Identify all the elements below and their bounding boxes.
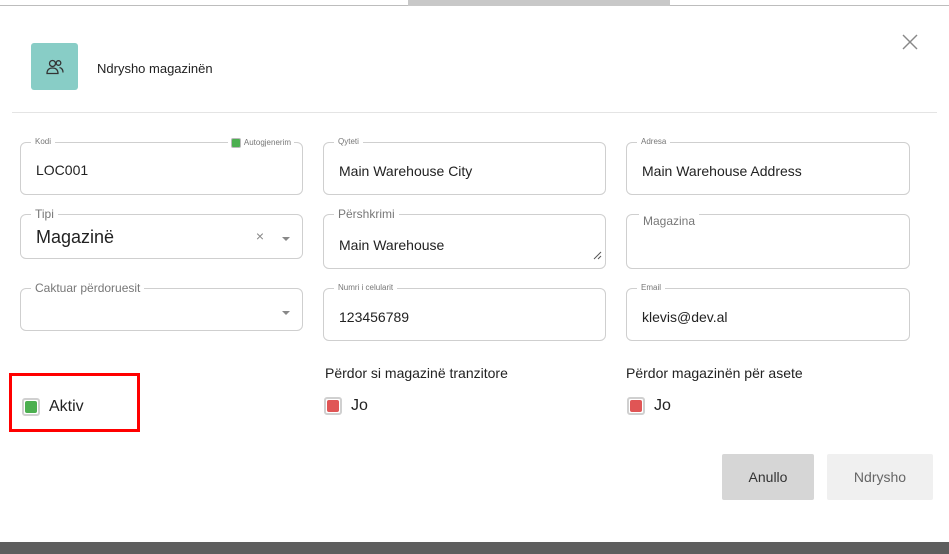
close-icon[interactable]	[898, 30, 922, 54]
kodi-value: LOC001	[36, 162, 89, 178]
users-icon	[31, 43, 78, 90]
clear-icon[interactable]: ×	[256, 228, 264, 244]
chevron-down-icon[interactable]	[282, 311, 290, 315]
highlight-box	[9, 373, 140, 432]
email-label: Email	[637, 282, 666, 294]
adresa-field[interactable]: Adresa Main Warehouse Address	[626, 136, 910, 195]
asete-checkbox-box[interactable]	[627, 397, 645, 415]
tranzitore-label: Jo	[351, 397, 368, 414]
tipi-label: Tipi	[31, 207, 58, 221]
qyteti-label: Qyteti	[334, 136, 363, 148]
pershkrimi-textarea[interactable]: Përshkrimi Main Warehouse	[323, 207, 606, 269]
resize-grip-icon[interactable]	[592, 247, 602, 265]
kodi-field[interactable]: Kodi Autogjenerim LOC001	[20, 136, 303, 195]
asete-group-label: Përdor magazinën për asete	[626, 365, 803, 381]
asete-label: Jo	[654, 397, 671, 414]
magazina-field[interactable]: Magazina	[626, 214, 910, 269]
autogen-label: Autogjenerim	[243, 138, 291, 147]
chevron-down-icon[interactable]	[282, 237, 290, 241]
autogen-toggle[interactable]: Autogjenerim	[227, 137, 294, 149]
pershkrimi-value: Main Warehouse	[339, 237, 445, 253]
tipi-select[interactable]: Tipi Magazinë ×	[20, 207, 303, 259]
adresa-label: Adresa	[637, 136, 671, 148]
cancel-button[interactable]: Anullo	[722, 454, 814, 500]
celulari-value: 123456789	[339, 309, 410, 325]
tranzitore-group-label: Përdor si magazinë tranzitore	[325, 365, 508, 381]
asete-checkbox[interactable]: Jo	[627, 397, 671, 415]
caktuar-select[interactable]: Caktuar përdoruesit	[20, 281, 303, 331]
qyteti-value: Main Warehouse City	[339, 163, 473, 179]
bottom-bar	[0, 542, 949, 554]
celulari-label: Numri i celularit	[334, 282, 398, 294]
top-tab-strip	[408, 0, 670, 6]
autogen-checkbox[interactable]	[230, 138, 241, 148]
dialog-title: Ndrysho magazinën	[97, 61, 213, 76]
header-divider	[12, 112, 937, 113]
tipi-value: Magazinë	[36, 227, 115, 247]
email-field[interactable]: Email klevis@dev.al	[626, 282, 910, 341]
adresa-value: Main Warehouse Address	[642, 163, 802, 179]
submit-button[interactable]: Ndrysho	[827, 454, 933, 500]
tranzitore-checkbox[interactable]: Jo	[324, 397, 368, 415]
celulari-field[interactable]: Numri i celularit 123456789	[323, 282, 606, 341]
tranzitore-checkbox-box[interactable]	[324, 397, 342, 415]
pershkrimi-label: Përshkrimi	[334, 207, 399, 221]
magazina-label: Magazina	[639, 214, 700, 228]
email-value: klevis@dev.al	[642, 309, 728, 325]
kodi-label: Kodi	[31, 136, 56, 148]
caktuar-label: Caktuar përdoruesit	[31, 281, 145, 295]
qyteti-field[interactable]: Qyteti Main Warehouse City	[323, 136, 606, 195]
